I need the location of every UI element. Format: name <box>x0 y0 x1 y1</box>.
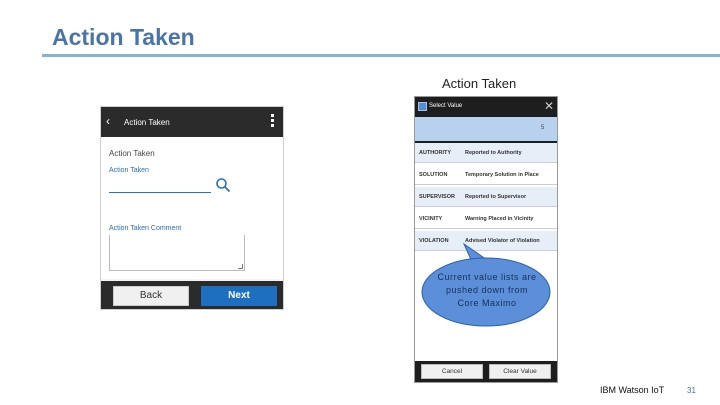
list-item-code: VICINITY <box>419 216 443 222</box>
brand-logo: IBM Watson IoT <box>600 385 665 395</box>
cancel-button[interactable]: Cancel <box>421 364 483 379</box>
list-item-description: Reported to Supervisor <box>465 194 527 200</box>
list-item-description: Temporary Solution in Place <box>465 172 539 178</box>
action-taken-comment-field[interactable] <box>109 235 245 271</box>
list-item-description: Warning Placed in Vicinity <box>465 216 534 222</box>
select-value-title: Select Value <box>429 103 463 109</box>
right-phone-caption: Action Taken <box>442 76 517 91</box>
action-taken-input[interactable] <box>109 181 211 193</box>
close-icon[interactable]: ✕ <box>544 99 554 113</box>
page-number: 31 <box>687 386 696 395</box>
search-icon[interactable] <box>215 177 231 193</box>
app-icon <box>418 102 427 111</box>
back-button[interactable]: Back <box>113 286 189 306</box>
filter-bar[interactable]: 5 <box>415 117 557 141</box>
result-count: 5 <box>541 125 545 131</box>
list-item-description: Reported to Authority <box>465 150 522 156</box>
select-value-header: Select Value ✕ <box>415 97 557 117</box>
list-item[interactable]: VICINITY Warning Placed in Vicinity <box>415 209 557 229</box>
title-divider <box>42 54 720 57</box>
action-taken-comment-label: Action Taken Comment <box>109 225 182 232</box>
kebab-menu-icon[interactable] <box>271 114 275 130</box>
callout-text: Current value lists are pushed down from… <box>437 272 537 308</box>
list-item-code: SUPERVISOR <box>419 194 455 200</box>
left-phone-footer: Back Next <box>101 281 283 309</box>
list-item[interactable]: SUPERVISOR Reported to Supervisor <box>415 187 557 207</box>
chevron-left-icon[interactable]: ‹ <box>106 114 110 128</box>
left-phone-screen: ‹ Action Taken Action Taken Action Taken… <box>100 106 284 310</box>
next-button[interactable]: Next <box>201 286 277 306</box>
list-item-code: SOLUTION <box>419 172 448 178</box>
left-phone-body: Action Taken Action Taken Action Taken C… <box>101 137 283 279</box>
section-title: Action Taken <box>109 149 155 158</box>
action-taken-label: Action Taken <box>109 167 149 174</box>
list-item[interactable]: AUTHORITY Reported to Authority <box>415 143 557 163</box>
list-item[interactable]: SOLUTION Temporary Solution in Place <box>415 165 557 185</box>
resize-handle-icon[interactable] <box>238 264 243 269</box>
list-item-code: AUTHORITY <box>419 150 452 156</box>
right-phone-footer: Cancel Clear Value <box>415 361 557 382</box>
slide-title: Action Taken <box>52 24 195 50</box>
left-phone-header: ‹ Action Taken <box>101 107 283 137</box>
left-header-title: Action Taken <box>124 118 170 127</box>
clear-value-button[interactable]: Clear Value <box>489 364 551 379</box>
